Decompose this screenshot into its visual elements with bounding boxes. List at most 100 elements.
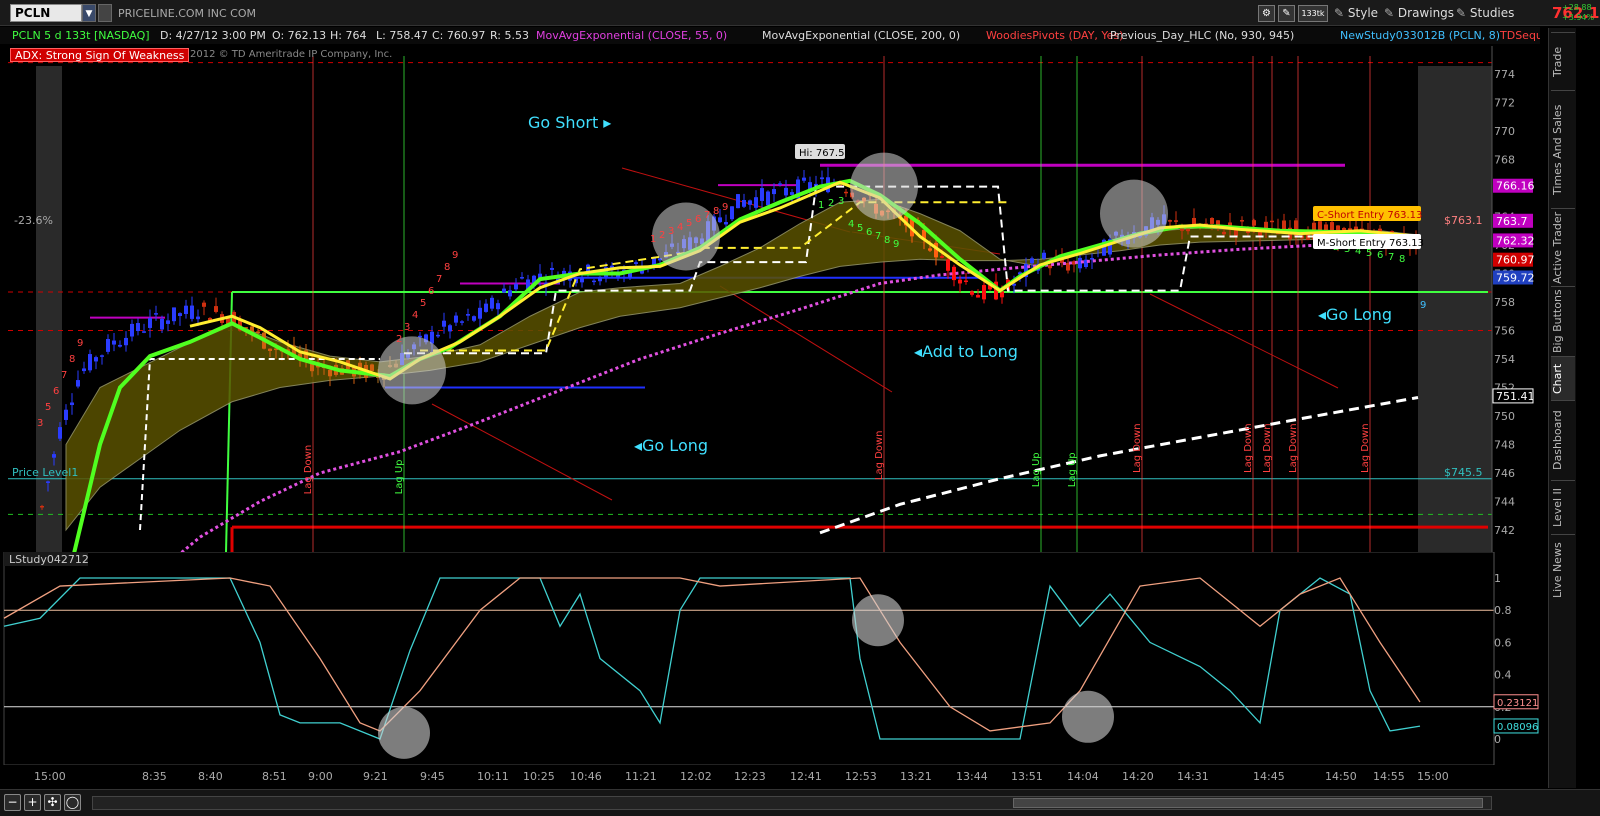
side-tab-active-trader[interactable]: Active Trader (1551, 208, 1575, 286)
crosshair-icon[interactable]: ✣ (44, 794, 61, 811)
td-count: 1 (818, 200, 824, 211)
horizontal-scrollbar[interactable] (92, 796, 1492, 810)
candle-body (928, 248, 932, 251)
bar-high: H: 764 (330, 29, 367, 42)
candle-body (772, 189, 776, 195)
candle-body (778, 183, 782, 185)
study-new[interactable]: NewStudy033012B (PCLN, 8) (1340, 29, 1500, 42)
settings-icon[interactable]: ⚙ (1258, 5, 1275, 22)
price-763-label: $763.1 (1444, 214, 1483, 227)
price-tick: 746 (1494, 467, 1515, 480)
candle-body (484, 303, 488, 312)
side-tab-chart[interactable]: Chart (1551, 356, 1575, 400)
time-tick: 14:31 (1177, 770, 1209, 783)
candle-body (148, 318, 152, 328)
time-tick: 10:11 (477, 770, 509, 783)
lower-study-chart[interactable]: LStudy04271210.80.60.40.200.231210.08096 (0, 552, 1548, 765)
study-ema55[interactable]: MovAvgExponential (CLOSE, 55, 0) (536, 29, 727, 42)
candle-body (64, 409, 68, 420)
annotation-add-to-long: ◂Add to Long (914, 342, 1018, 361)
symbol-input[interactable]: PCLN (10, 4, 82, 22)
candle-body (454, 315, 458, 323)
side-tab-times-and-sales[interactable]: Times And Sales (1551, 90, 1575, 208)
candle-body (1174, 220, 1178, 222)
candle-body (184, 305, 188, 314)
lower-tick: 0.4 (1494, 669, 1512, 682)
scroll-thumb[interactable] (1013, 798, 1483, 808)
candle-body (46, 481, 50, 483)
candle-body (202, 302, 206, 307)
time-tick: 10:46 (570, 770, 602, 783)
lag-label: Lag Down (1262, 423, 1273, 473)
study-woodies[interactable]: WoodiesPivots (DAY, Yes) (986, 29, 1123, 42)
price-tick: 758 (1494, 296, 1515, 309)
tick-size-button[interactable]: 133tk (1298, 5, 1328, 22)
lower-highlight-circle (1062, 690, 1114, 743)
candle-body (502, 288, 506, 293)
candle-body (508, 290, 512, 297)
lag-label: Lag Down (1243, 423, 1254, 473)
zoom-out-icon[interactable]: − (4, 794, 21, 811)
chart-header: PCLN 5 d 133t [NASDAQ] D: 4/27/12 3:00 P… (0, 27, 1540, 44)
td-count: 6 (428, 286, 434, 297)
bar-open: O: 762.13 (272, 29, 327, 42)
candle-body (490, 297, 494, 309)
link-icon[interactable] (98, 4, 112, 22)
side-tab-level-ii[interactable]: Level II (1551, 480, 1575, 534)
td-count: 7 (704, 210, 710, 221)
candle-body (748, 200, 752, 205)
style-button[interactable]: ✎ Style (1334, 5, 1378, 22)
study-ema200[interactable]: MovAvgExponential (CLOSE, 200, 0) (762, 29, 960, 42)
candle-body (1252, 220, 1256, 226)
study-tdseq[interactable]: TDSequential_DVRLX (Yes, Yes, Yes, Y... (1500, 29, 1540, 42)
candle-body (1264, 221, 1268, 229)
price-change: +28.88 (1562, 3, 1592, 12)
lag-label: Lag Up (394, 459, 405, 494)
lower-tick: 0.8 (1494, 604, 1512, 617)
time-tick: 14:20 (1122, 770, 1154, 783)
drawings-button[interactable]: ✎ Drawings (1384, 5, 1454, 22)
lower-highlight-circle (378, 706, 430, 759)
chevron-down-icon[interactable]: ▼ (82, 4, 96, 22)
candle-body (1168, 220, 1172, 222)
hi-label: Hi: 767.5 (799, 148, 844, 159)
side-tabs: Trade Times And Sales Active Trader Big But… (1548, 28, 1576, 788)
price-badge-label: 763.7 (1496, 215, 1528, 228)
study-prev-day[interactable]: Previous_Day_HLC (No, 930, 945) (1110, 29, 1294, 42)
side-tab-dashboard[interactable]: Dashboard (1551, 400, 1575, 480)
price-badge-label: 766.16 (1496, 180, 1535, 193)
drawings-label: Drawings (1397, 6, 1455, 20)
candle-body (52, 454, 56, 458)
studies-button[interactable]: ✎ Studies (1456, 5, 1514, 22)
side-tab-big-buttons[interactable]: Big Buttons (1551, 286, 1575, 356)
side-tab-live-news[interactable]: Live News (1551, 534, 1575, 606)
side-tab-trade[interactable]: Trade (1551, 32, 1575, 90)
td-count: 7 (436, 274, 442, 285)
time-tick: 13:51 (1011, 770, 1043, 783)
candle-body (1270, 220, 1274, 223)
candle-body (310, 363, 314, 372)
time-tick: 15:00 (34, 770, 66, 783)
candle-body (952, 266, 956, 281)
price-tick: 742 (1494, 524, 1515, 537)
fit-icon[interactable]: ◯ (64, 794, 81, 811)
price-chart[interactable]: Lag Down Lag Up Lag Down Lag Up Lag Up Lag Do… (0, 46, 1548, 552)
zoom-in-icon[interactable]: + (24, 794, 41, 811)
price-tick: 756 (1494, 325, 1515, 338)
candle-body (1222, 231, 1226, 235)
time-tick: 13:44 (956, 770, 988, 783)
candle-body (436, 334, 440, 337)
style-label: Style (1347, 6, 1379, 20)
wrench-icon[interactable]: ✎ (1278, 5, 1295, 22)
candle-body (448, 325, 452, 332)
time-tick: 14:55 (1373, 770, 1405, 783)
td-count: 3 (668, 226, 674, 237)
candle-body (790, 192, 794, 195)
candle-body (160, 318, 164, 330)
time-tick: 14:45 (1253, 770, 1285, 783)
time-tick: 12:41 (790, 770, 822, 783)
price-change-pct: +3.94% (1562, 13, 1595, 22)
td-count: 9 (1420, 300, 1426, 311)
td-count: 6 (1377, 250, 1383, 261)
candle-body (190, 305, 194, 319)
